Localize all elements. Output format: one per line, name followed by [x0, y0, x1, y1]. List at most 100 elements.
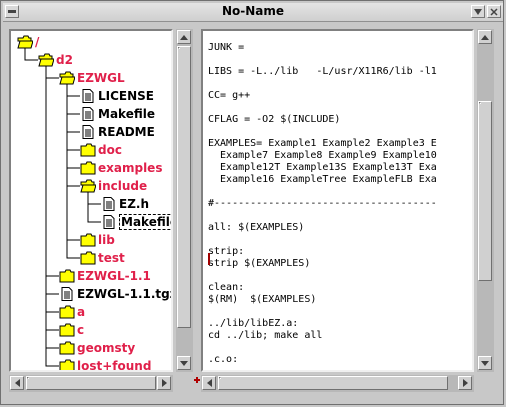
- tree-folder-lost-found[interactable]: lost+found: [59, 357, 152, 372]
- code-line: EXAMPLES= Example1 Example2 Example3 E: [208, 138, 437, 149]
- code-line: JUNK =: [208, 42, 245, 53]
- tree-item-label: d2: [56, 53, 73, 67]
- content-vertical-scrollbar[interactable]: [477, 29, 494, 372]
- code-line: CFLAG = -O2 $(INCLUDE): [208, 114, 341, 125]
- code-line: #-------------------------------------: [208, 198, 437, 209]
- tree-item-label: README: [98, 125, 155, 139]
- tree-folder-d2[interactable]: d2: [38, 51, 73, 69]
- scroll-right-icon[interactable]: [458, 376, 472, 390]
- folder-icon: [59, 359, 75, 370]
- open-folder-icon: [80, 179, 96, 193]
- window-title: No-Name: [221, 4, 285, 18]
- code-line: all: $(EXAMPLES): [208, 222, 305, 233]
- tree-connector-line: [66, 84, 80, 151]
- code-line: ../lib/libEZ.a:: [208, 318, 299, 329]
- folder-icon: [80, 233, 96, 247]
- tree-item-label: geomsty: [77, 341, 136, 355]
- tree-hscroll-thumb[interactable]: [26, 376, 156, 390]
- tree-file-makefile[interactable]: Makefile: [101, 213, 171, 231]
- content-vscroll-thumb[interactable]: [478, 101, 492, 281]
- title-bar[interactable]: No-Name: [3, 3, 503, 22]
- file-icon: [82, 107, 94, 121]
- tree-item-label: examples: [98, 161, 163, 175]
- tree-connector-line: [66, 84, 80, 133]
- tree-horizontal-scrollbar[interactable]: [9, 375, 173, 392]
- file-content-text[interactable]: JUNK = LIBS = -L../lib -L/usr/X11R6/lib -…: [208, 42, 474, 370]
- tree-connector-line: [45, 66, 59, 313]
- folder-icon: [80, 161, 96, 175]
- tree-item-label: /: [35, 35, 40, 49]
- code-line: CC= g++: [208, 90, 251, 101]
- tree-vertical-scrollbar[interactable]: [176, 29, 193, 372]
- scroll-left-icon[interactable]: [10, 376, 24, 390]
- open-folder-icon: [17, 35, 33, 49]
- file-icon: [103, 197, 115, 211]
- tree-folder-a[interactable]: a: [59, 303, 85, 321]
- text-cursor: [208, 253, 210, 265]
- scroll-up-icon[interactable]: [478, 30, 492, 44]
- tree-folder-examples[interactable]: examples: [80, 159, 162, 177]
- scroll-left-icon[interactable]: [202, 376, 216, 390]
- tree-file-ez-h[interactable]: EZ.h: [101, 195, 149, 213]
- file-icon: [61, 287, 73, 301]
- close-icon[interactable]: [487, 5, 501, 18]
- folder-icon: [59, 341, 75, 355]
- code-line: strip:: [208, 246, 245, 257]
- tree-item-label: a: [77, 305, 86, 319]
- tree-file-readme[interactable]: README: [80, 123, 155, 141]
- tree-item-label: include: [98, 179, 148, 193]
- tree-folder-[interactable]: /: [17, 33, 39, 51]
- tree-vscroll-thumb[interactable]: [177, 46, 191, 328]
- directory-tree-pane[interactable]: / d2 EZWGL LICENSE Makefile README doc examples…: [9, 29, 173, 372]
- content-hscroll-thumb[interactable]: [218, 376, 448, 390]
- tree-connector-line: [45, 66, 59, 349]
- tree-file-license[interactable]: LICENSE: [80, 87, 154, 105]
- open-folder-icon: [38, 53, 54, 67]
- scroll-down-icon[interactable]: [478, 356, 492, 370]
- tree-folder-test[interactable]: test: [80, 249, 125, 267]
- code-line: Example16 ExampleTree ExampleFLB Exa: [208, 174, 437, 185]
- tree-folder-ezwgl[interactable]: EZWGL: [59, 69, 125, 87]
- tree-item-label: lib: [98, 233, 115, 247]
- tree-file-ezwgl-1-1-tgz[interactable]: EZWGL-1.1.tgz: [59, 285, 171, 303]
- folder-icon: [80, 251, 96, 265]
- code-line: .c.o:: [208, 354, 239, 365]
- tree-folder-geomsty[interactable]: geomsty: [59, 339, 135, 357]
- tree-item-label: Makefile: [119, 214, 171, 230]
- tree-connector-line: [66, 84, 80, 241]
- code-line: strip $(EXAMPLES): [208, 258, 311, 269]
- tree-folder-include[interactable]: include: [80, 177, 147, 195]
- tree-folder-lib[interactable]: lib: [80, 231, 115, 249]
- tree-connector-line: [66, 84, 80, 259]
- tree-item-label: LICENSE: [98, 89, 154, 103]
- tree-connector-line: [45, 66, 59, 277]
- code-line: $(RM) $(EXAMPLES): [208, 294, 317, 305]
- tree-folder-c[interactable]: c: [59, 321, 84, 339]
- tree-item-label: EZWGL: [77, 71, 125, 85]
- tree-item-label: EZWGL-1.1: [77, 269, 151, 283]
- code-line: clean:: [208, 282, 245, 293]
- tree-connector-line: [45, 66, 59, 331]
- tree-folder-doc[interactable]: doc: [80, 141, 122, 159]
- tree-connector-line: [87, 192, 101, 223]
- tree-item-label: Makefile: [98, 107, 155, 121]
- tree-connector-line: [45, 66, 59, 367]
- scroll-down-icon[interactable]: [177, 356, 191, 370]
- folder-icon: [59, 323, 75, 337]
- scroll-right-icon[interactable]: [157, 376, 171, 390]
- tree-item-label: lost+found: [77, 359, 152, 372]
- open-folder-icon: [59, 71, 75, 85]
- tree-folder-ezwgl-1-1[interactable]: EZWGL-1.1: [59, 267, 151, 285]
- tree-file-makefile[interactable]: Makefile: [80, 105, 155, 123]
- tree-connector-line: [66, 84, 80, 187]
- scroll-up-icon[interactable]: [177, 30, 191, 44]
- tree-connector-line: [66, 84, 80, 115]
- pane-splitter-handle[interactable]: [194, 368, 200, 383]
- tree-connector-line: [66, 84, 80, 169]
- minimize-icon[interactable]: [471, 5, 485, 18]
- content-horizontal-scrollbar[interactable]: [201, 375, 474, 392]
